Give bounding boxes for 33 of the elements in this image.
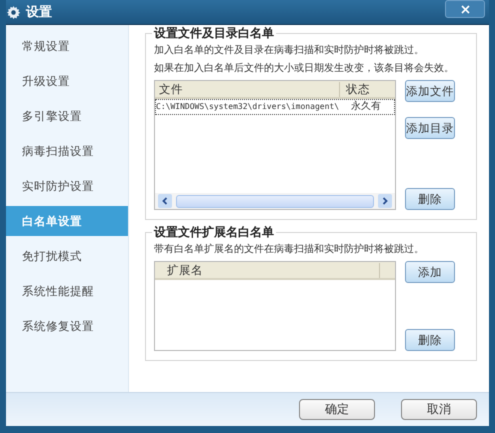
window-title: 设置 bbox=[26, 4, 52, 21]
scroll-right-icon[interactable] bbox=[378, 194, 392, 208]
list-row[interactable]: C:\WINDOWS\system32\drivers\imonagent\ 永久有 bbox=[155, 99, 395, 115]
add-button[interactable]: 添加 bbox=[405, 261, 455, 283]
sidebar-item[interactable]: 多引擎设置 bbox=[6, 101, 128, 131]
sidebar-item[interactable]: 系统性能提醒 bbox=[6, 276, 128, 306]
sidebar-item[interactable]: 实时防护设置 bbox=[6, 171, 128, 201]
group-title: 设置文件扩展名白名单 bbox=[152, 224, 276, 241]
scroll-left-icon[interactable] bbox=[158, 194, 172, 208]
sidebar-item[interactable]: 病毒扫描设置 bbox=[6, 136, 128, 166]
delete-button[interactable]: 删除 bbox=[405, 188, 455, 210]
sidebar-item[interactable]: 常规设置 bbox=[6, 31, 128, 61]
column-header[interactable]: 状态 bbox=[340, 82, 370, 96]
delete-button[interactable]: 删除 bbox=[405, 329, 455, 351]
sidebar-item[interactable]: 系统修复设置 bbox=[6, 311, 128, 341]
table-cell-text: 永久有 bbox=[350, 100, 381, 114]
close-button[interactable] bbox=[445, 0, 485, 18]
sidebar-item[interactable]: 免打扰模式 bbox=[6, 241, 128, 271]
group-title: 设置文件及目录白名单 bbox=[152, 25, 276, 42]
side-button[interactable]: 添加文件 bbox=[405, 80, 455, 102]
table-cell-text: C:\WINDOWS\system32\drivers\imonagent\ bbox=[156, 101, 340, 113]
gear-icon bbox=[6, 4, 21, 20]
note-text: 加入白名单的文件及目录在病毒扫描和实时防护时将被跳过。 bbox=[154, 44, 425, 58]
dialog-button[interactable]: 取消 bbox=[401, 399, 477, 420]
note-text: 带有白名单扩展名的文件在病毒扫描和实时防护时将被跳过。 bbox=[154, 242, 425, 257]
column-header[interactable]: 文件 bbox=[155, 82, 340, 96]
sidebar-item[interactable]: 升级设置 bbox=[6, 66, 128, 96]
side-button[interactable]: 添加目录 bbox=[405, 117, 455, 139]
scrollbar-thumb[interactable] bbox=[176, 194, 374, 208]
close-icon bbox=[460, 4, 470, 14]
note-text: 如果在加入白名单后文件的大小或日期发生改变，该条目将会失效。 bbox=[154, 62, 455, 76]
dialog-button[interactable]: 确定 bbox=[299, 399, 375, 420]
horizontal-scrollbar[interactable] bbox=[155, 193, 395, 209]
